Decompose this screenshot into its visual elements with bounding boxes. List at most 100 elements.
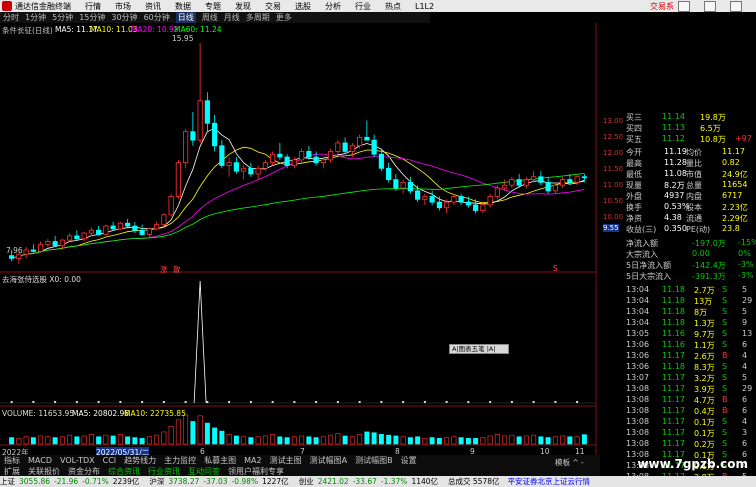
idx-cy-name[interactable]: 创业 — [299, 476, 314, 487]
candle-body — [415, 190, 421, 200]
tick-row[interactable]: 13:08 11.17 3.9万 S 29 — [600, 384, 756, 395]
candle — [248, 162, 254, 177]
kline-chart[interactable] — [0, 23, 600, 455]
tf-monthly[interactable]: 月线 — [224, 12, 240, 23]
menu-item-xuangu[interactable]: 选股 — [295, 1, 311, 12]
menu-item-shuju[interactable]: 数据 — [175, 1, 191, 12]
tab-industry-news[interactable]: 行业资讯 — [148, 466, 180, 477]
tick-time: 13:07 — [626, 373, 650, 382]
tab-test-a[interactable]: 测试幅图A — [310, 455, 347, 466]
tab-vol-tdx[interactable]: VOL-TDX — [60, 456, 95, 465]
menu-item-faxian[interactable]: 发现 — [235, 1, 251, 12]
tf-5min[interactable]: 5分钟 — [52, 12, 73, 23]
menu-item-redian[interactable]: 热点 — [385, 1, 401, 12]
flow-value: 0.00 — [692, 249, 710, 258]
candle-body — [574, 176, 580, 183]
tick-row[interactable]: 13:08 11.17 0.4万 B 6 — [600, 406, 756, 417]
tf-15min[interactable]: 15分钟 — [79, 12, 105, 23]
tf-fenshi[interactable]: 分时 — [3, 12, 19, 23]
volume-bar — [197, 415, 203, 445]
tab-extend[interactable]: 扩展 — [4, 466, 20, 477]
tf-multi[interactable]: 多周期 — [246, 12, 270, 23]
tick-row[interactable]: 13:06 11.17 2.6万 B 4 — [600, 351, 756, 362]
tf-60min[interactable]: 60分钟 — [144, 12, 170, 23]
tick-row[interactable]: 13:08 11.17 4.7万 B 6 — [600, 395, 756, 406]
tab-related-quotes[interactable]: 关联报价 — [28, 466, 60, 477]
flow-row[interactable]: 大宗流入 0.00 0% — [600, 249, 756, 260]
template-button[interactable]: 模板 ^ - — [555, 457, 584, 468]
flow-row[interactable]: 5日净流入额 -142.4万 -3% — [600, 260, 756, 271]
tick-row[interactable]: 13:04 11.18 1.3万 S 9 — [600, 318, 756, 329]
tab-macd[interactable]: MACD — [28, 456, 52, 465]
stat-row[interactable]: 外盘 4937 内盘 6717 — [600, 191, 756, 202]
stat-row[interactable]: 收益(三) 0.350 PE(动) 23.8 — [600, 224, 756, 235]
menu-item-zhuanti[interactable]: 专题 — [205, 1, 221, 12]
idx-hs-name[interactable]: 沪深 — [149, 476, 164, 487]
tick-vol: 9.7万 — [694, 330, 715, 339]
flow-row[interactable]: 5日大宗流入 -391.3万 -3% — [600, 271, 756, 282]
tick-row[interactable]: 13:08 11.17 0.1万 S 3 — [600, 428, 756, 439]
stat-row[interactable]: 最低 11.08 市值 24.9亿 — [600, 169, 756, 180]
stat-row[interactable]: 换手 0.53% 股本 2.23亿 — [600, 202, 756, 213]
flow-row[interactable]: 净流入额 -197.0万 -15% — [600, 238, 756, 249]
drawing-toolbar-popup[interactable]: A|图表五笔 |A| — [449, 344, 509, 354]
tab-test-main[interactable]: 测试主图 — [270, 455, 302, 466]
trade-login-link[interactable]: 交易系 — [650, 1, 674, 12]
bid-row[interactable]: 买五 11.12 10.8万 +97 — [600, 134, 756, 145]
stat-row[interactable]: 最高 11.28 量比 0.82 — [600, 158, 756, 169]
tab-zhibiao[interactable]: 指标 — [4, 455, 20, 466]
tf-weekly[interactable]: 周线 — [202, 12, 218, 23]
maximize-icon[interactable] — [704, 0, 716, 12]
menu-item-hangqing[interactable]: 行情 — [85, 1, 101, 12]
candle — [429, 190, 435, 205]
tick-row[interactable]: 13:06 11.16 1.1万 S 6 — [600, 340, 756, 351]
tick-row[interactable]: 13:04 11.18 13万 S 29 — [600, 296, 756, 307]
menu-item-shichang[interactable]: 市场 — [115, 1, 131, 12]
stat-row[interactable]: 净资 4.38 流通 2.29亿 — [600, 213, 756, 224]
tick-side: S — [722, 318, 728, 327]
tf-more[interactable]: 更多 — [276, 12, 292, 23]
menu-item-zixun[interactable]: 资讯 — [145, 1, 161, 12]
candle-body — [284, 156, 290, 166]
stat-row[interactable]: 今开 11.19 均价 11.17 — [600, 147, 756, 158]
tick-row[interactable]: 13:08 11.17 0.2万 S 6 — [600, 439, 756, 450]
candle-body — [219, 145, 225, 166]
minimize-icon[interactable] — [678, 0, 690, 12]
tick-row[interactable]: 13:05 11.16 9.7万 S 13 — [600, 329, 756, 340]
tab-welfare[interactable]: 领用户福利专享 — [228, 466, 284, 477]
tick-row[interactable]: 13:07 11.17 3.2万 S 5 — [600, 373, 756, 384]
candle-body — [328, 151, 334, 161]
tab-trend[interactable]: 趋势线力 — [124, 455, 156, 466]
tab-fund-distribution[interactable]: 资金分布 — [68, 466, 100, 477]
tick-row[interactable]: 13:06 11.18 8.3万 S 4 — [600, 362, 756, 373]
tab-news[interactable]: 综合资讯 — [108, 466, 140, 477]
candle-body — [248, 167, 254, 175]
tick-row[interactable]: 13:08 11.17 0.1万 S 4 — [600, 417, 756, 428]
bid-row[interactable]: 买四 11.13 6.5万 — [600, 123, 756, 134]
tab-ma2[interactable]: MA2 — [244, 456, 261, 465]
tf-30min[interactable]: 30分钟 — [111, 12, 137, 23]
menu-item-hangye[interactable]: 行业 — [355, 1, 371, 12]
volume-bar — [531, 434, 537, 445]
menu-item-l1l2[interactable]: L1L2 — [415, 2, 434, 11]
tab-cci[interactable]: CCI — [103, 456, 117, 465]
menu-item-jiaoyi[interactable]: 交易 — [265, 1, 281, 12]
bid-row[interactable]: 买三 11.14 19.8万 — [600, 112, 756, 123]
tab-settings[interactable]: 设置 — [401, 455, 417, 466]
tf-1min[interactable]: 1分钟 — [25, 12, 46, 23]
tab-main-monitor[interactable]: 主力监控 — [164, 455, 196, 466]
tick-row[interactable]: 13:04 11.18 2.7万 S 5 — [600, 285, 756, 296]
stat-row[interactable]: 现量 8.2万 总量 11654 — [600, 180, 756, 191]
volume-bar — [38, 435, 44, 445]
tab-test-b[interactable]: 测试幅图B — [355, 455, 393, 466]
tab-private-main[interactable]: 私募主图 — [204, 455, 236, 466]
tick-row[interactable]: 13:04 11.18 8万 S 5 — [600, 307, 756, 318]
tf-daily[interactable]: 日线 — [175, 12, 196, 23]
tick-price: 11.18 — [662, 285, 685, 294]
close-icon[interactable] — [730, 0, 742, 12]
stat-value: 2.29亿 — [722, 214, 748, 223]
candle — [110, 221, 116, 231]
tab-qa[interactable]: 互动问答 — [188, 466, 220, 477]
menu-item-fenxi[interactable]: 分析 — [325, 1, 341, 12]
idx-sh-name[interactable]: 上证 — [0, 476, 15, 487]
